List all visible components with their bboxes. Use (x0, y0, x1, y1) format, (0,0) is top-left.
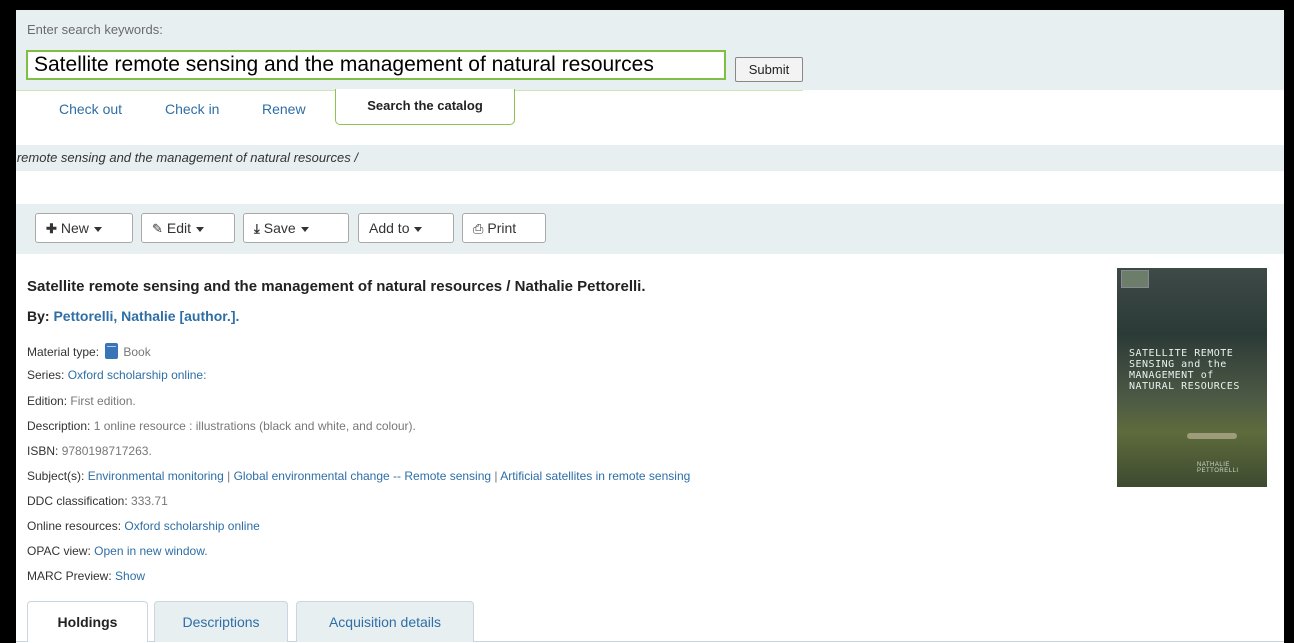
description-field: Description: 1 online resource : illustr… (27, 419, 416, 433)
breadcrumb-text: e remote sensing and the management of n… (16, 150, 358, 165)
search-label: Enter search keywords: (27, 22, 163, 37)
window-frame-left (0, 0, 16, 643)
add-to-button[interactable]: Add to (358, 213, 454, 243)
by-label: By: (27, 308, 50, 324)
print-button[interactable]: ⎙ Print (462, 213, 546, 243)
cover-title-line: SENSING and the (1129, 359, 1227, 370)
caret-down-icon (414, 226, 423, 232)
pencil-icon: ✎ (152, 221, 163, 236)
book-cover-image: SATELLITE REMOTE SENSING and the MANAGEM… (1117, 268, 1267, 487)
edit-button-label: Edit (166, 220, 192, 236)
series-field: Series: Oxford scholarship online: (27, 368, 206, 382)
isbn-field: ISBN: 9780198717263. (27, 444, 152, 458)
new-button-label: New (60, 220, 89, 236)
isbn-value: 9780198717263. (61, 444, 152, 458)
ddc-field: DDC classification: 333.71 (27, 494, 168, 508)
new-button[interactable]: ✚ New (35, 213, 133, 243)
caret-down-icon (196, 226, 205, 232)
field-label: Description: (27, 419, 91, 433)
record-title: Satellite remote sensing and the managem… (27, 278, 646, 295)
field-label: Series: (27, 368, 65, 382)
edit-button[interactable]: ✎ Edit (141, 213, 235, 243)
subject-link[interactable]: Global environmental change -- Remote se… (234, 469, 491, 483)
marc-preview-link[interactable]: Show (115, 569, 145, 583)
series-link[interactable]: Oxford scholarship online: (68, 368, 207, 382)
tab-holdings[interactable]: Holdings (27, 601, 148, 642)
tab-descriptions[interactable]: Descriptions (154, 601, 288, 642)
opac-view-link[interactable]: Open in new window. (94, 544, 207, 558)
field-label: DDC classification: (27, 494, 128, 508)
window-frame-right (1284, 0, 1294, 643)
caret-down-icon (93, 226, 102, 232)
tab-search-the-catalog[interactable]: Search the catalog (335, 89, 515, 125)
field-label: ISBN: (27, 444, 59, 458)
field-label: Material type: (27, 345, 100, 359)
tab-check-out[interactable]: Check out (59, 101, 122, 117)
online-resource-link[interactable]: Oxford scholarship online (124, 519, 259, 533)
cover-title-line: MANAGEMENT of (1129, 370, 1214, 381)
subject-separator: | (227, 469, 231, 483)
marc-preview-field: MARC Preview: Show (27, 569, 145, 583)
publisher-logo (1121, 270, 1149, 288)
print-button-label: Print (487, 220, 517, 236)
book-icon (105, 343, 119, 359)
field-label: Edition: (27, 394, 68, 408)
window-frame-top (0, 0, 1294, 10)
printer-icon: ⎙ (473, 221, 484, 236)
cover-landscape-detail (1187, 433, 1237, 439)
breadcrumb: e remote sensing and the management of n… (16, 145, 1284, 171)
field-label: MARC Preview: (27, 569, 112, 583)
cover-title: SATELLITE REMOTE SENSING and the MANAGEM… (1129, 348, 1240, 392)
material-type-value: Book (123, 345, 151, 359)
description-value: 1 online resource : illustrations (black… (93, 419, 416, 433)
add-to-button-label: Add to (369, 220, 410, 236)
tab-check-in[interactable]: Check in (165, 101, 219, 117)
tab-renew[interactable]: Renew (262, 101, 306, 117)
cover-author: NATHALIE PETTORELLI (1197, 462, 1239, 474)
tab-divider (16, 90, 336, 91)
tab-acquisition-details[interactable]: Acquisition details (296, 601, 474, 642)
submit-button[interactable]: Submit (735, 57, 803, 82)
opac-view-field: OPAC view: Open in new window. (27, 544, 208, 558)
tab-divider (515, 90, 803, 91)
caret-down-icon (300, 226, 309, 232)
edition-value: First edition. (70, 394, 136, 408)
field-label: Subject(s): (27, 469, 85, 483)
save-button-label: Save (263, 220, 296, 236)
cover-title-line: SATELLITE REMOTE (1129, 348, 1234, 359)
field-label: Online resources: (27, 519, 122, 533)
save-button[interactable]: ⤓ Save (243, 213, 349, 243)
edition-field: Edition: First edition. (27, 394, 136, 408)
subjects-field: Subject(s): Environmental monitoring | G… (27, 469, 690, 483)
subject-link[interactable]: Artificial satellites in remote sensing (500, 469, 690, 483)
material-type-field: Material type: Book (27, 343, 151, 359)
search-input[interactable] (26, 50, 726, 80)
cover-title-line: NATURAL RESOURCES (1129, 381, 1240, 392)
download-icon: ⤓ (254, 221, 260, 236)
online-resources-field: Online resources: Oxford scholarship onl… (27, 519, 260, 533)
subject-separator: | (494, 469, 498, 483)
record-author-line: By: Pettorelli, Nathalie [author.]. (27, 308, 239, 324)
author-link[interactable]: Pettorelli, Nathalie [author.]. (53, 308, 239, 324)
field-label: OPAC view: (27, 544, 91, 558)
plus-icon: ✚ (46, 221, 57, 236)
ddc-value: 333.71 (131, 494, 168, 508)
subject-link[interactable]: Environmental monitoring (88, 469, 224, 483)
